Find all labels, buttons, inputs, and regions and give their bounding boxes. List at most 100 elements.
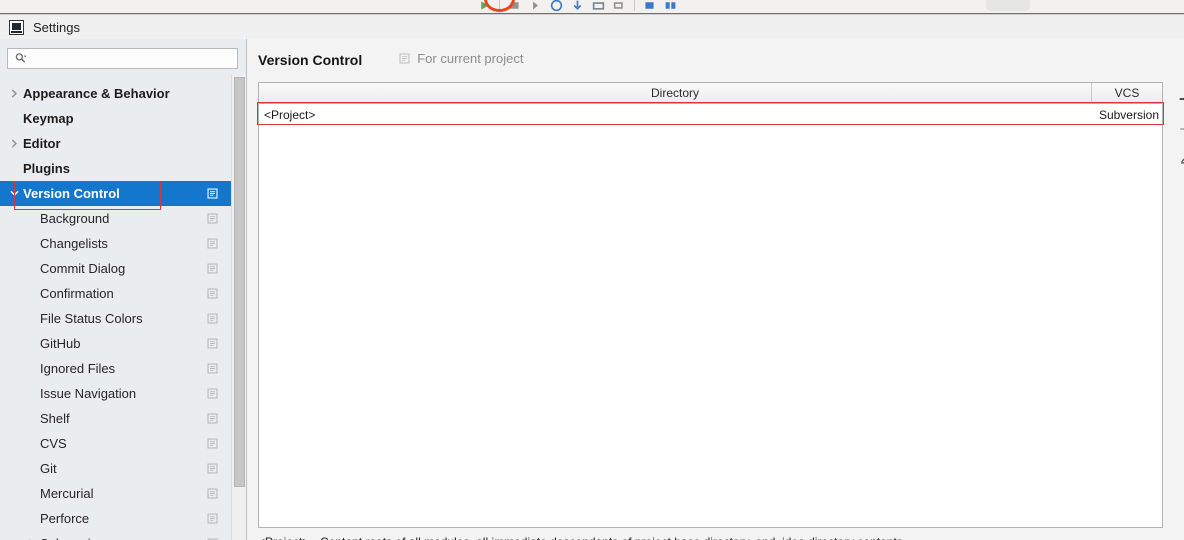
scope-icon-placeholder	[206, 137, 219, 150]
table-toolbar	[1173, 84, 1184, 174]
project-scope-icon	[207, 313, 218, 324]
project-scope-icon	[207, 363, 218, 374]
sidebar-item-issue-navigation[interactable]: Issue Navigation	[0, 381, 231, 406]
project-scope-icon	[207, 463, 218, 474]
tree-arrow-placeholder	[25, 412, 38, 425]
scope-icon-placeholder	[206, 162, 219, 175]
sidebar-item-subversion[interactable]: Subversion	[0, 531, 231, 540]
sidebar-scrollbar-thumb[interactable]	[234, 77, 245, 487]
settings-tree: Appearance & Behavior Keymap Editor Plugins…	[0, 81, 231, 540]
search-box[interactable]	[7, 48, 238, 69]
vcs-operations-icon[interactable]	[613, 0, 626, 12]
background-button-partial[interactable]	[986, 0, 1030, 11]
sidebar-item-editor[interactable]: Editor	[0, 131, 231, 156]
sidebar-item-changelists[interactable]: Changelists	[0, 231, 231, 256]
sidebar-item-label: Changelists	[40, 236, 108, 251]
settings-gear-icon[interactable]	[643, 0, 656, 12]
settings-window: Settings Appearance & Behavior Keymap Edit…	[0, 0, 1184, 540]
sidebar-item-commit-dialog[interactable]: Commit Dialog	[0, 256, 231, 281]
sidebar-item-label: Git	[40, 461, 57, 476]
project-scope-icon	[399, 53, 410, 64]
open-file-icon[interactable]	[592, 0, 605, 12]
table-header-row: Directory VCS	[259, 83, 1162, 104]
search-input[interactable]	[28, 50, 208, 67]
sidebar-item-file-status-colors[interactable]: File Status Colors	[0, 306, 231, 331]
scope-icon-placeholder	[206, 112, 219, 125]
sidebar-item-version-control[interactable]: Version Control	[0, 181, 231, 206]
tree-arrow-placeholder	[25, 337, 38, 350]
project-scope-icon	[207, 338, 218, 349]
column-header-directory[interactable]: Directory	[259, 83, 1092, 103]
pencil-icon	[1181, 158, 1184, 164]
search-area	[0, 39, 246, 69]
sidebar-scrollbar[interactable]	[231, 75, 246, 540]
commit-icon[interactable]	[571, 0, 584, 12]
sidebar-item-label: Issue Navigation	[40, 386, 137, 401]
settings-sidebar: Appearance & Behavior Keymap Editor Plugins…	[0, 39, 247, 540]
tree-arrow-placeholder	[25, 487, 38, 500]
remove-button[interactable]	[1174, 114, 1184, 144]
sidebar-item-cvs[interactable]: CVS	[0, 431, 231, 456]
sidebar-item-perforce[interactable]: Perforce	[0, 506, 231, 531]
column-header-vcs[interactable]: VCS	[1092, 83, 1162, 103]
page-title: Version Control	[258, 52, 363, 68]
project-scope-icon	[207, 513, 218, 524]
project-structure-icon[interactable]	[664, 0, 677, 12]
background-ide-toolbar	[0, 0, 1184, 14]
tree-arrow-placeholder	[25, 387, 38, 400]
tree-arrow-placeholder	[25, 262, 38, 275]
dialog-title: Settings	[33, 19, 80, 35]
sidebar-item-shelf[interactable]: Shelf	[0, 406, 231, 431]
tree-arrow-placeholder	[25, 237, 38, 250]
tree-arrow-placeholder	[25, 287, 38, 300]
sidebar-item-label: Appearance & Behavior	[23, 86, 170, 101]
sidebar-item-keymap[interactable]: Keymap	[0, 106, 231, 131]
project-scope-icon	[207, 288, 218, 299]
tree-arrow-placeholder	[25, 362, 38, 375]
settings-dialog: Settings Appearance & Behavior Keymap Edit…	[0, 14, 1184, 540]
cell-vcs: Subversion	[1098, 107, 1159, 122]
project-scope-icon	[207, 188, 218, 199]
sidebar-item-plugins[interactable]: Plugins	[0, 156, 231, 181]
chevron-right-icon[interactable]	[8, 87, 21, 100]
project-scope-icon	[207, 263, 218, 274]
tree-arrow-placeholder	[25, 212, 38, 225]
add-button[interactable]	[1174, 84, 1184, 114]
chevron-down-icon[interactable]	[8, 187, 21, 200]
sidebar-item-confirmation[interactable]: Confirmation	[0, 281, 231, 306]
sidebar-item-git[interactable]: Git	[0, 456, 231, 481]
footer-hint: <Project> - Content roots of all modules…	[258, 535, 903, 540]
table-row[interactable]: <Project> Subversion	[259, 104, 1162, 125]
vcs-directory-mappings-table[interactable]: Directory VCS <Project> Subversion	[258, 82, 1163, 528]
sidebar-item-label: Commit Dialog	[40, 261, 126, 276]
sidebar-item-mercurial[interactable]: Mercurial	[0, 481, 231, 506]
sidebar-item-label: File Status Colors	[40, 311, 143, 326]
sidebar-item-ignored-files[interactable]: Ignored Files	[0, 356, 231, 381]
dialog-titlebar: Settings	[0, 15, 1184, 39]
project-scope-icon	[207, 238, 218, 249]
tree-arrow-placeholder	[8, 112, 21, 125]
sidebar-item-label: CVS	[40, 436, 67, 451]
sidebar-item-label: Keymap	[23, 111, 74, 126]
sidebar-item-appearance-behavior[interactable]: Appearance & Behavior	[0, 81, 231, 106]
project-scope-icon	[207, 213, 218, 224]
navigate-icon[interactable]	[529, 0, 542, 12]
tree-arrow-placeholder	[25, 437, 38, 450]
tree-arrow-placeholder	[25, 462, 38, 475]
project-scope-icon	[207, 488, 218, 499]
update-project-icon[interactable]	[550, 0, 563, 12]
sidebar-item-github[interactable]: GitHub	[0, 331, 231, 356]
tree-arrow-placeholder	[25, 312, 38, 325]
chevron-right-icon[interactable]	[8, 137, 21, 150]
version-control-panel: Version Control For current project Dire…	[248, 39, 1184, 540]
edit-button[interactable]	[1174, 144, 1184, 174]
sidebar-item-background[interactable]: Background	[0, 206, 231, 231]
sidebar-item-label: Background	[40, 211, 110, 226]
project-scope-icon	[207, 413, 218, 424]
scope-indicator: For current project	[398, 51, 523, 66]
sidebar-item-label: Confirmation	[40, 286, 114, 301]
tree-arrow-placeholder	[8, 162, 21, 175]
sidebar-item-label: Editor	[23, 136, 61, 151]
sidebar-item-label: Ignored Files	[40, 361, 116, 376]
toolbar-separator	[634, 0, 635, 11]
